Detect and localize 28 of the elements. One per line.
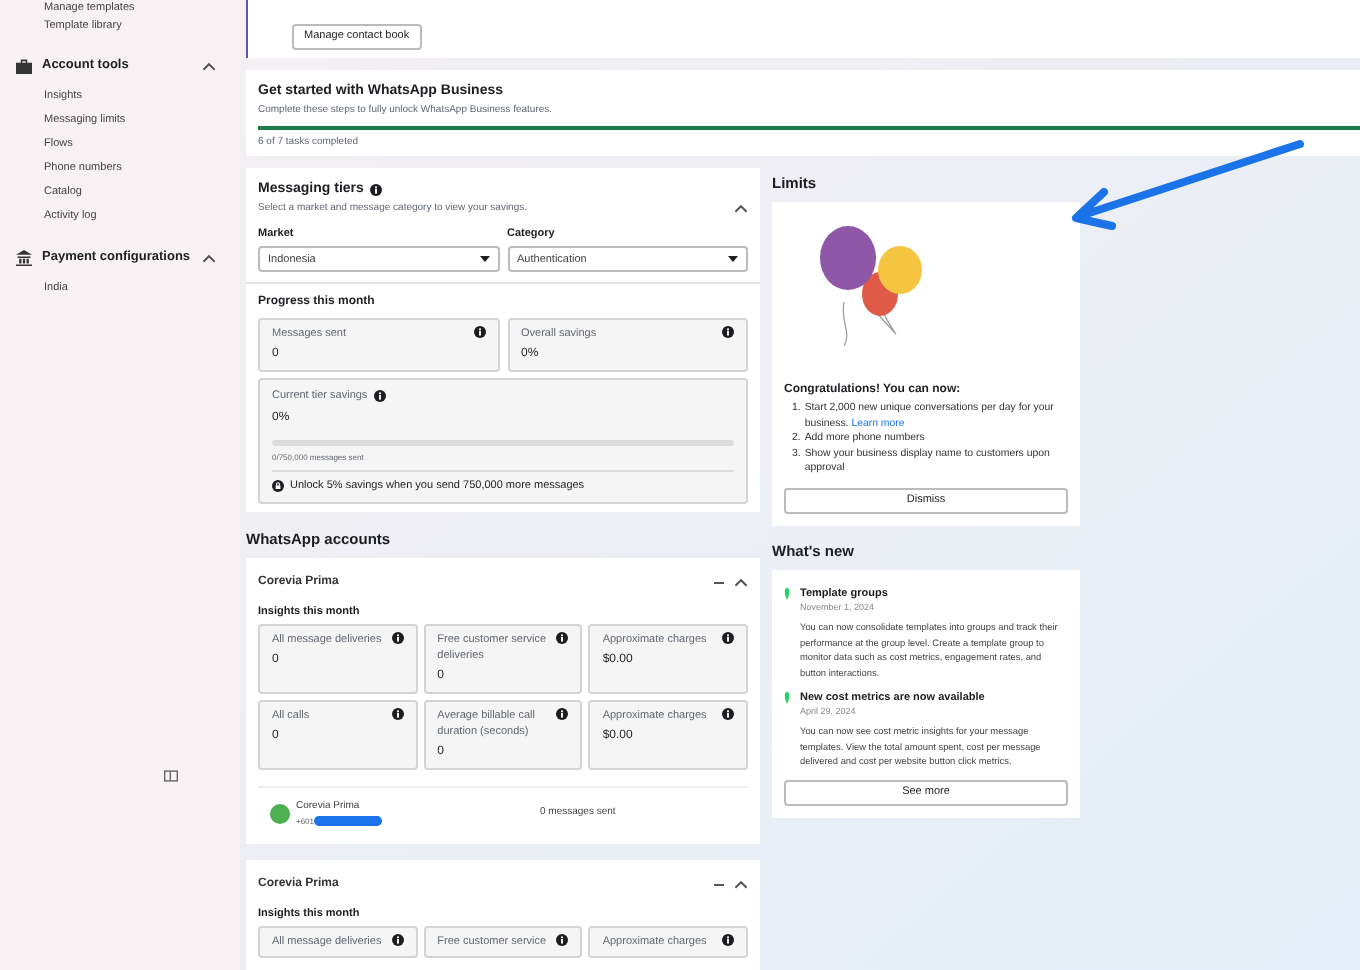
info-icon (721, 632, 734, 645)
info-icon (391, 934, 404, 946)
chevron-up-icon[interactable] (734, 203, 748, 214)
chevron-up-icon[interactable] (734, 578, 748, 588)
info-icon (721, 708, 734, 721)
info-icon (722, 326, 734, 339)
info-icon (391, 632, 404, 645)
pin-icon (784, 692, 790, 704)
bank-icon (16, 250, 32, 266)
info-icon (556, 934, 569, 946)
lock-icon (272, 479, 284, 492)
caret-icon (728, 256, 738, 263)
pin-icon (784, 588, 790, 600)
minus-icon[interactable] (714, 883, 724, 886)
info-icon (556, 708, 569, 721)
info-icon (473, 326, 485, 339)
briefcase-icon (16, 58, 32, 74)
info-icon (373, 390, 386, 403)
chevron-up-icon[interactable] (202, 253, 216, 263)
info-icon (721, 934, 734, 946)
avatar (270, 804, 290, 824)
chevron-up-icon[interactable] (202, 61, 216, 71)
chevron-up-icon[interactable] (734, 879, 748, 890)
caret-icon (479, 256, 489, 263)
info-icon (391, 708, 404, 721)
collapse-sidebar-icon[interactable] (164, 770, 178, 782)
info-icon (369, 184, 382, 197)
info-icon (556, 632, 569, 645)
